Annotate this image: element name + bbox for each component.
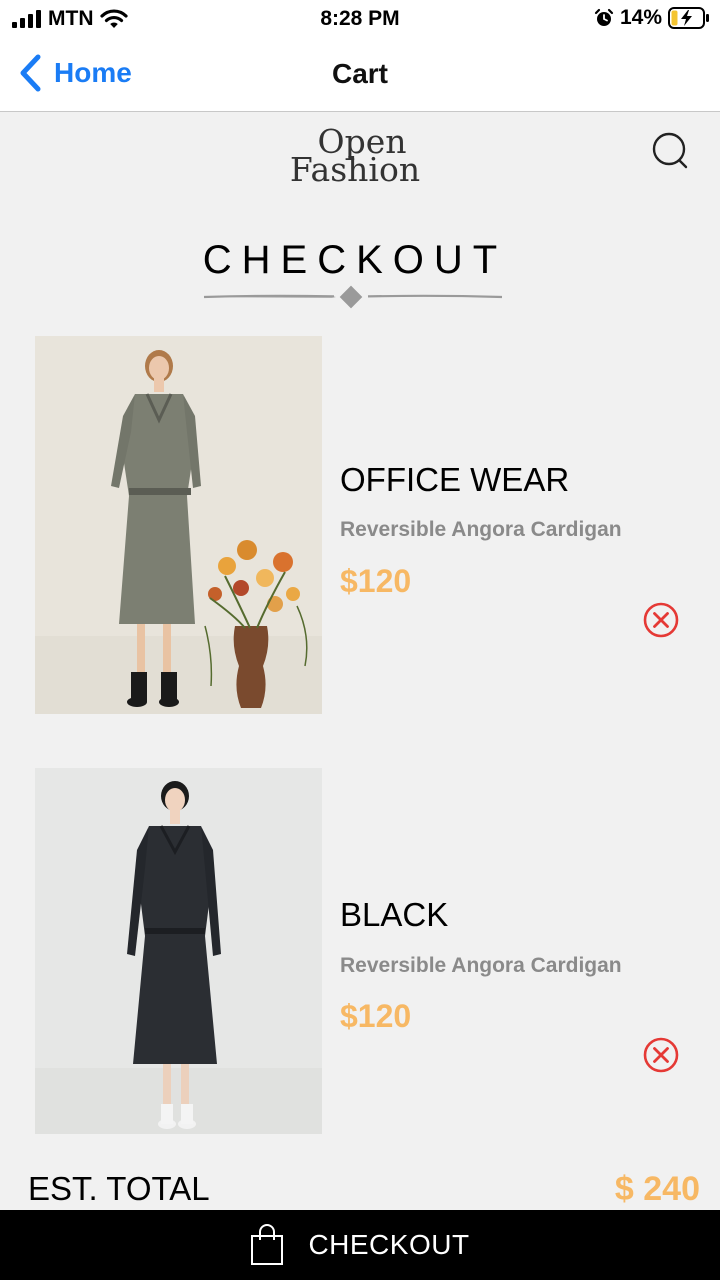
product-subtitle: Reversible Angora Cardigan: [340, 954, 622, 977]
product-price: $120: [340, 998, 412, 1034]
estimated-total-label: EST. TOTAL: [28, 1170, 210, 1207]
page-heading: CHECKOUT: [202, 238, 508, 282]
brand-logo: Open Fashion: [270, 125, 440, 189]
back-button-label: Home: [54, 57, 132, 88]
chevron-left-icon: [20, 54, 41, 92]
search-icon: [652, 132, 688, 169]
status-right: 14%: [594, 6, 710, 30]
remove-item-icon[interactable]: [642, 601, 680, 639]
heading-divider: [203, 285, 503, 309]
battery-percentage: 14%: [619, 6, 662, 29]
product-image[interactable]: [35, 768, 322, 1134]
navigation-bar: Home Cart: [0, 38, 720, 112]
product-title: OFFICE WEAR: [340, 461, 570, 498]
estimated-total-value: $ 240: [614, 1170, 700, 1208]
search-button[interactable]: [650, 130, 690, 170]
product-subtitle: Reversible Angora Cardigan: [340, 518, 622, 541]
checkout-button[interactable]: CHECKOUT: [0, 1210, 720, 1280]
remove-item-icon[interactable]: [642, 1036, 680, 1074]
back-button[interactable]: Home: [18, 54, 132, 92]
status-bar: MTN 8:28 PM 14%: [0, 0, 720, 38]
battery-charging-icon: [668, 7, 709, 29]
shopping-bag-icon: [251, 1224, 284, 1265]
product-price: $120: [340, 563, 412, 599]
brand-logo-line2: Fashion: [289, 150, 421, 189]
alarm-icon: [594, 8, 614, 26]
product-title: BLACK: [340, 896, 449, 933]
product-image[interactable]: [35, 336, 322, 714]
checkout-button-label: CHECKOUT: [308, 1229, 470, 1260]
